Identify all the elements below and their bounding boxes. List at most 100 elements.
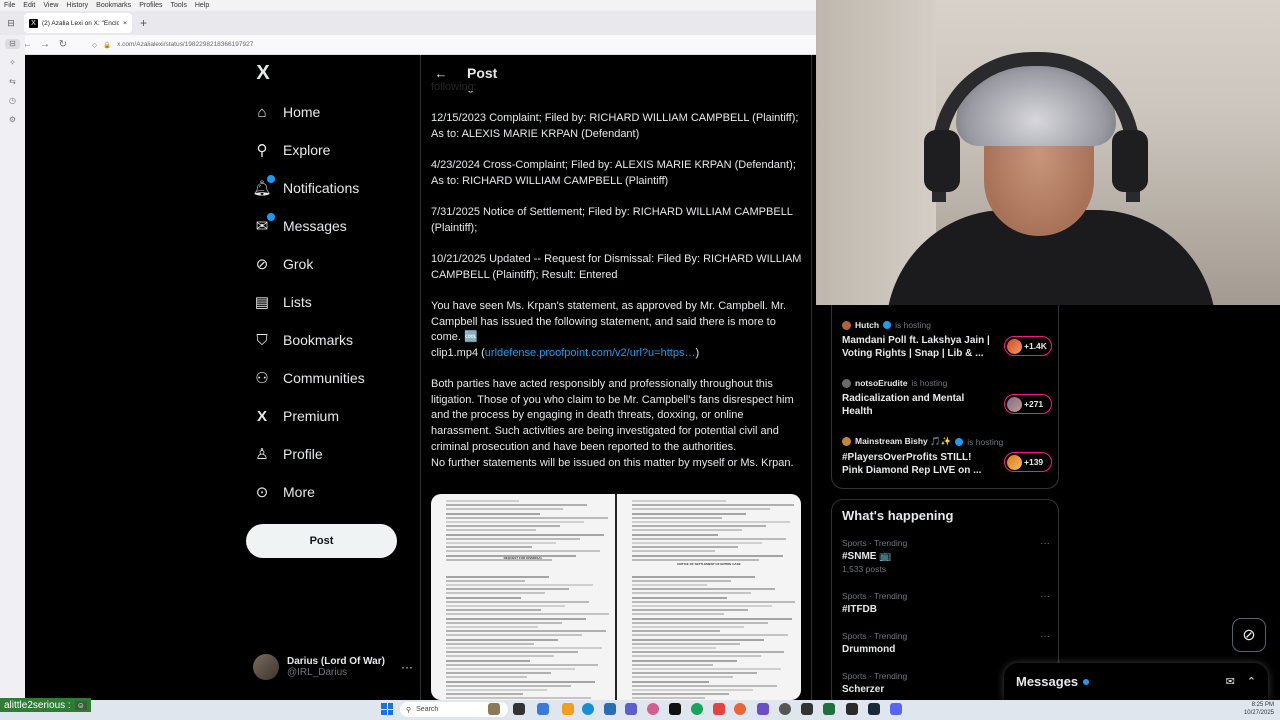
x-logo-icon[interactable]: X	[252, 62, 274, 85]
lock-icon[interactable]: 🔒	[103, 41, 111, 49]
new-message-icon[interactable]: ✉	[1226, 675, 1235, 688]
listener-avatar	[1007, 338, 1022, 354]
menu-tools[interactable]: Tools	[171, 2, 187, 9]
taskbar-app-icon[interactable]	[734, 703, 746, 715]
home-icon: ⌂	[257, 103, 267, 121]
listener-count: +1.4K	[1004, 336, 1052, 356]
post-header: ← Post	[421, 55, 811, 91]
taskbar-app-icon[interactable]	[779, 703, 791, 715]
reload-icon[interactable]: ↻	[54, 39, 72, 50]
grok-floating-button[interactable]: ⊘	[1232, 618, 1266, 652]
clip-link[interactable]: urldefense.proofpoint.com/v2/url?u=https…	[485, 347, 696, 359]
taskbar-app-icon[interactable]	[625, 703, 637, 715]
nav-more[interactable]: ⊙ More	[252, 480, 315, 504]
nav-bookmarks[interactable]: ⛉ Bookmarks	[252, 328, 353, 352]
trend-more-icon[interactable]: ···	[1040, 631, 1050, 642]
close-tab-icon[interactable]: ×	[123, 20, 127, 27]
post-body: Both parties have acted responsibly and …	[431, 378, 794, 453]
document-text-line	[445, 533, 604, 536]
taskbar-app-icon[interactable]	[562, 703, 574, 715]
nav-premium[interactable]: X Premium	[252, 404, 339, 428]
taskbar-app-icon[interactable]	[846, 703, 858, 715]
trend-item[interactable]: Sports · Trending Drummond ···	[842, 631, 1050, 655]
back-arrow-icon[interactable]: ←	[431, 66, 451, 81]
document-text-line	[445, 584, 593, 586]
document-text-line	[631, 613, 724, 616]
new-tab-button[interactable]: +	[140, 16, 147, 30]
url-bar[interactable]: ◇ 🔒 x.com/Azalialexi/status/198229821836…	[92, 38, 810, 52]
document-text-line	[445, 651, 579, 654]
document-text-line	[445, 529, 536, 532]
post-button[interactable]: Post	[246, 524, 397, 558]
headphones	[932, 52, 1140, 202]
sidebar-sync-icon[interactable]: ⇆	[9, 77, 16, 87]
menu-profiles[interactable]: Profiles	[139, 2, 162, 9]
taskbar-app-icon[interactable]	[713, 703, 725, 715]
tab-list-icon[interactable]: ⊟	[0, 18, 22, 29]
taskbar-app-icon[interactable]	[488, 703, 500, 715]
more-dots-icon[interactable]: ···	[401, 660, 413, 674]
trend-item[interactable]: Sports · Trending #ITFDB ···	[842, 591, 1050, 615]
menu-file[interactable]: File	[4, 2, 15, 9]
taskbar-app-icon[interactable]	[647, 703, 659, 715]
space-item[interactable]: notsoErudite is hosting Radicalization an…	[842, 378, 1052, 418]
trend-more-icon[interactable]: ···	[1040, 538, 1050, 549]
messages-drawer[interactable]: Messages ✉ ⌃	[1004, 663, 1268, 700]
screen: File Edit View History Bookmarks Profile…	[0, 0, 1280, 720]
space-status: is hosting	[911, 378, 948, 388]
taskbar-app-icon[interactable]	[868, 703, 880, 715]
account-switcher[interactable]: Darius (Lord Of War) @IRL_Darius ···	[253, 652, 413, 682]
sidebar-settings-icon[interactable]: ⚙	[9, 115, 16, 125]
sidebar-tabs-icon[interactable]: ⊟	[5, 39, 20, 49]
nav-grok[interactable]: ⊘ Grok	[252, 252, 314, 276]
trend-meta: Sports · Trending	[842, 631, 908, 641]
nav-profile[interactable]: ♙ Profile	[252, 442, 322, 466]
taskbar-app-icon[interactable]	[801, 703, 813, 715]
document-text-line	[631, 579, 732, 582]
space-item[interactable]: Hutch is hosting Mamdani Poll ft. Lakshya…	[842, 320, 1052, 360]
taskbar-app-icon[interactable]	[513, 703, 525, 715]
windows-start-icon[interactable]	[381, 703, 393, 715]
expand-chevron-icon[interactable]: ⌃	[1247, 675, 1256, 688]
document-text-line	[445, 508, 564, 511]
menu-view[interactable]: View	[43, 2, 58, 9]
trend-more-icon[interactable]: ···	[1040, 591, 1050, 602]
trend-item[interactable]: Sports · Trending #SNME 📺 1,533 posts ··…	[842, 538, 1050, 574]
nav-home[interactable]: ⌂ Home	[252, 100, 320, 124]
forward-icon[interactable]: →	[36, 39, 54, 50]
taskbar-app-icon[interactable]	[823, 703, 835, 715]
document-text-line	[445, 542, 557, 544]
shield-icon[interactable]: ◇	[92, 41, 97, 49]
post-media-documents[interactable]: REQUEST FOR DISMISSAL NOTICE OF SETTLEME…	[431, 494, 801, 700]
taskbar-app-icon[interactable]	[890, 703, 902, 715]
menu-history[interactable]: History	[66, 2, 88, 9]
nav-messages[interactable]: ✉ Messages	[252, 213, 347, 238]
sidebar-history-icon[interactable]: ◷	[9, 96, 16, 106]
host-avatar	[842, 437, 851, 446]
menu-help[interactable]: Help	[195, 2, 209, 9]
taskbar-app-icon[interactable]	[604, 703, 616, 715]
taskbar-app-icon[interactable]	[757, 703, 769, 715]
document-text-line	[445, 609, 542, 612]
nav-lists[interactable]: ▤ Lists	[252, 290, 312, 314]
taskbar-app-icon[interactable]	[582, 703, 594, 715]
document-text-line	[631, 659, 737, 662]
nav-communities[interactable]: ⚇ Communities	[252, 366, 364, 390]
document-text-line	[445, 621, 562, 624]
menu-bookmarks[interactable]: Bookmarks	[96, 2, 131, 9]
taskbar-clock[interactable]: 8:25 PM 10/27/2025	[1234, 701, 1274, 717]
taskbar-app-icon[interactable]	[669, 703, 681, 715]
nav-explore[interactable]: ⚲ Explore	[252, 138, 331, 162]
browser-menubar: File Edit View History Bookmarks Profile…	[0, 0, 816, 11]
document-text-line	[445, 512, 540, 515]
taskbar-app-icon[interactable]	[537, 703, 549, 715]
nav-notifications[interactable]: 🔔︎ Notifications	[252, 175, 359, 200]
taskbar-app-icon[interactable]	[691, 703, 703, 715]
sidebar-ai-icon[interactable]: ✧	[9, 58, 16, 68]
space-item[interactable]: Mainstream Bishy 🎵✨ is hosting #PlayersOv…	[842, 436, 1052, 477]
document-text-line	[631, 508, 770, 511]
document-text-line	[631, 642, 741, 645]
menu-edit[interactable]: Edit	[23, 2, 35, 9]
post-column: ← Post following: 12/15/2023 Complaint; …	[420, 55, 812, 700]
browser-tab[interactable]: X (2) Azalia Lexi on X: "Enclosed p ×	[24, 13, 132, 33]
